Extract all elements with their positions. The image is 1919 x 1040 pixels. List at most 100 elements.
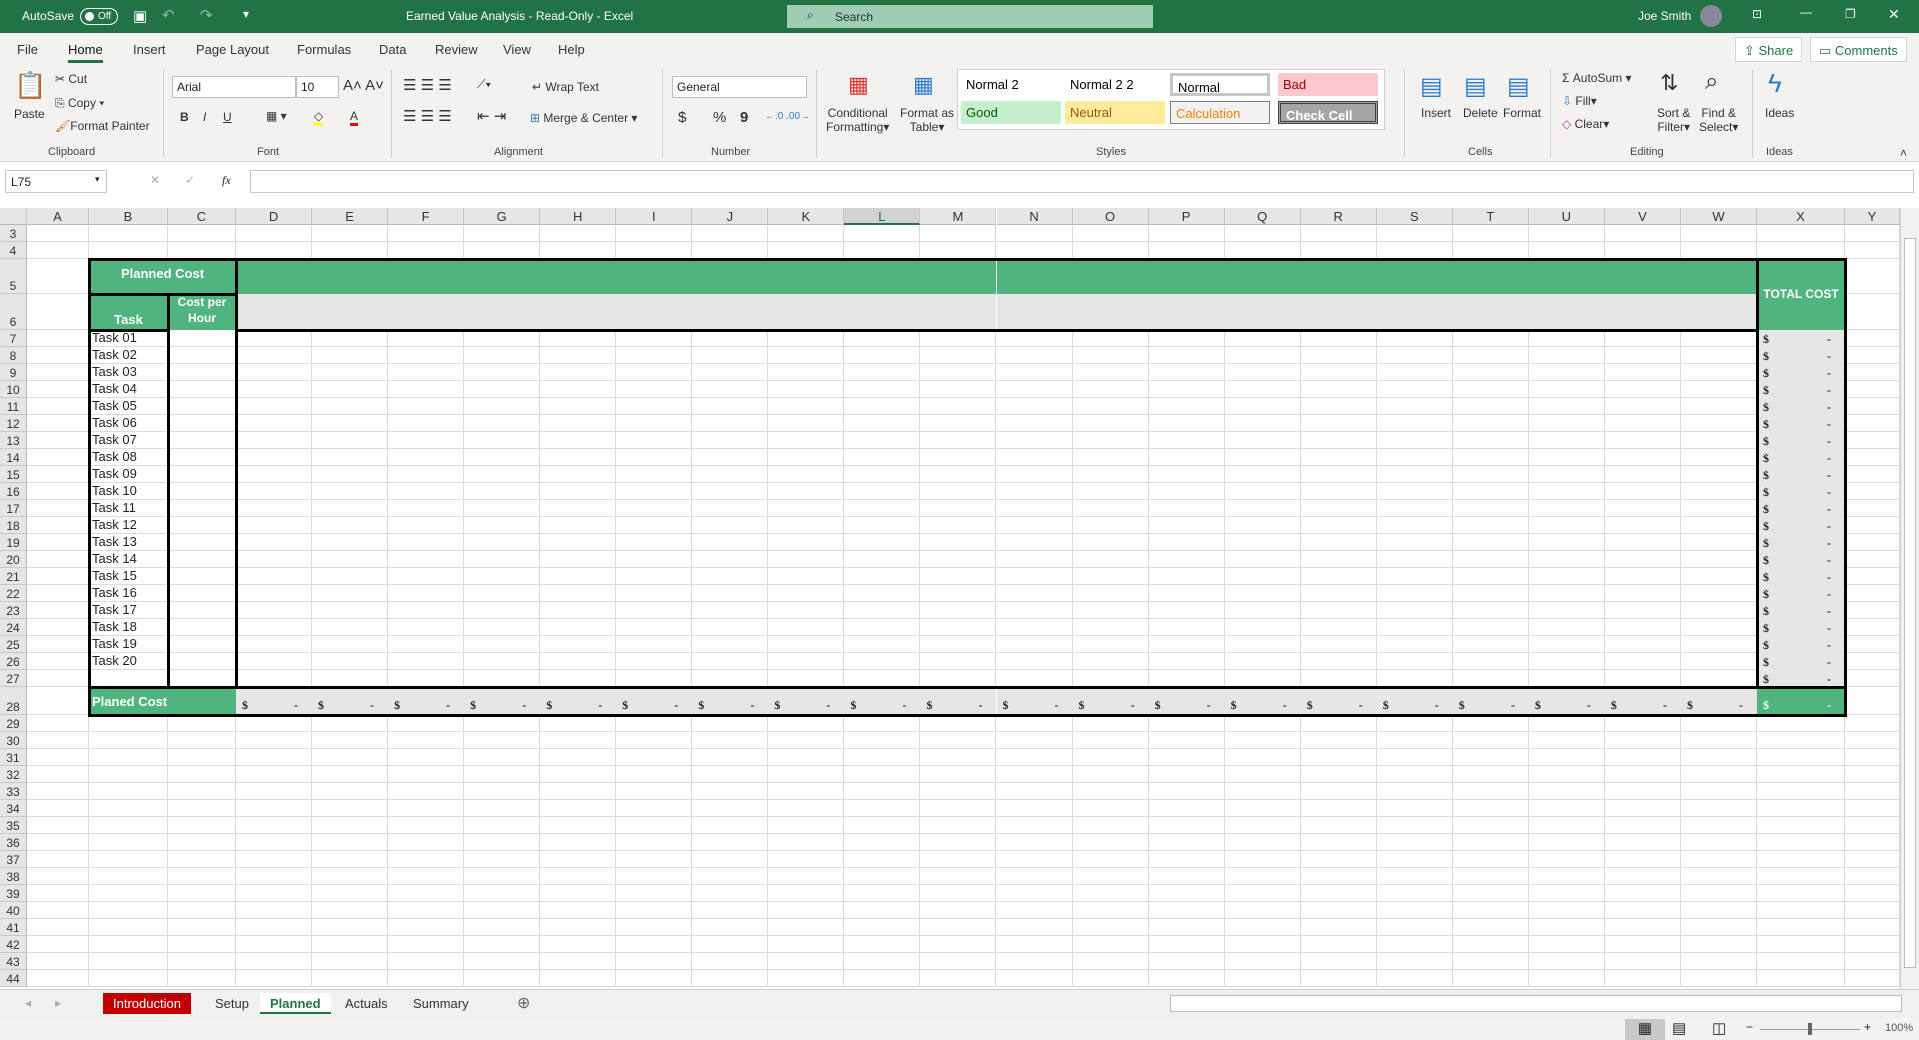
cell-B44[interactable] — [89, 970, 168, 987]
cell-I42[interactable] — [616, 936, 693, 953]
cell-A9[interactable] — [27, 364, 89, 381]
column-header-F[interactable]: F — [388, 208, 465, 225]
cell-N39[interactable] — [996, 885, 1073, 902]
row-header-13[interactable]: 13 — [0, 432, 27, 449]
paste-button[interactable]: Paste — [14, 107, 45, 121]
cell-G35[interactable] — [464, 817, 541, 834]
cell-X3[interactable] — [1757, 225, 1845, 242]
cell-F24[interactable] — [388, 619, 465, 636]
cell-W38[interactable] — [1680, 868, 1757, 885]
format-painter-button[interactable]: 🖌Format Painter — [55, 119, 150, 133]
cell-C20[interactable] — [168, 551, 236, 568]
cell-Y36[interactable] — [1845, 834, 1900, 851]
ideas-icon[interactable]: ϟ — [1768, 68, 1782, 99]
cell-R41[interactable] — [1300, 919, 1377, 936]
cell-O42[interactable] — [1072, 936, 1149, 953]
cell-F33[interactable] — [388, 783, 465, 800]
cell-Y24[interactable] — [1845, 619, 1900, 636]
cell-O6[interactable] — [1072, 294, 1149, 330]
cell-C25[interactable] — [168, 636, 236, 653]
cell-N27[interactable] — [996, 670, 1073, 687]
cell-J21[interactable] — [692, 568, 769, 585]
cell-O22[interactable] — [1072, 585, 1149, 602]
cell-A19[interactable] — [27, 534, 89, 551]
cell-T20[interactable] — [1452, 551, 1529, 568]
cell-C31[interactable] — [168, 749, 236, 766]
font-name-select[interactable]: Arial — [172, 76, 296, 98]
cell-E31[interactable] — [312, 749, 389, 766]
cell-C10[interactable] — [168, 381, 236, 398]
cell-S42[interactable] — [1376, 936, 1453, 953]
cell-A3[interactable] — [27, 225, 89, 242]
find-select-button[interactable]: Find & Select▾ — [1699, 106, 1738, 134]
cell-Y26[interactable] — [1845, 653, 1900, 670]
cell-W30[interactable] — [1680, 732, 1757, 749]
cell-M22[interactable] — [920, 585, 997, 602]
cell-A30[interactable] — [27, 732, 89, 749]
cell-I3[interactable] — [616, 225, 693, 242]
cell-C41[interactable] — [168, 919, 236, 936]
cell-D3[interactable] — [236, 225, 313, 242]
cell-S18[interactable] — [1376, 517, 1453, 534]
cell-E4[interactable] — [312, 242, 389, 259]
cell-A13[interactable] — [27, 432, 89, 449]
cell-V20[interactable] — [1604, 551, 1681, 568]
cell-W40[interactable] — [1680, 902, 1757, 919]
cell-T24[interactable] — [1452, 619, 1529, 636]
cell-I23[interactable] — [616, 602, 693, 619]
cell-R38[interactable] — [1300, 868, 1377, 885]
cell-H26[interactable] — [540, 653, 617, 670]
cell-V5[interactable] — [1604, 259, 1681, 294]
cell-U41[interactable] — [1528, 919, 1605, 936]
cell-Q18[interactable] — [1224, 517, 1301, 534]
column-header-A[interactable]: A — [27, 208, 89, 225]
cell-O7[interactable] — [1072, 330, 1149, 347]
autosum-button[interactable]: Σ AutoSum ▾ — [1562, 71, 1631, 85]
cell-H40[interactable] — [540, 902, 617, 919]
row-header-4[interactable]: 4 — [0, 242, 27, 259]
cell-I37[interactable] — [616, 851, 693, 868]
cell-I39[interactable] — [616, 885, 693, 902]
cell-U22[interactable] — [1528, 585, 1605, 602]
cell-K41[interactable] — [768, 919, 845, 936]
cell-T31[interactable] — [1452, 749, 1529, 766]
cell-A12[interactable] — [27, 415, 89, 432]
cell-P16[interactable] — [1148, 483, 1225, 500]
row-header-35[interactable]: 35 — [0, 817, 27, 834]
cell-S20[interactable] — [1376, 551, 1453, 568]
cell-U31[interactable] — [1528, 749, 1605, 766]
cell-W41[interactable] — [1680, 919, 1757, 936]
cell-G9[interactable] — [464, 364, 541, 381]
cell-L18[interactable] — [844, 517, 921, 534]
cell-L9[interactable] — [844, 364, 921, 381]
cell-K24[interactable] — [768, 619, 845, 636]
cell-P32[interactable] — [1148, 766, 1225, 783]
cell-U17[interactable] — [1528, 500, 1605, 517]
wrap-text-button[interactable]: ↵ Wrap Text — [532, 80, 599, 94]
cell-S44[interactable] — [1376, 970, 1453, 987]
cell-B3[interactable] — [89, 225, 168, 242]
cell-M19[interactable] — [920, 534, 997, 551]
cell-Y16[interactable] — [1845, 483, 1900, 500]
cell-U11[interactable] — [1528, 398, 1605, 415]
cell-A8[interactable] — [27, 347, 89, 364]
tab-file[interactable]: File — [17, 42, 38, 57]
cell-W32[interactable] — [1680, 766, 1757, 783]
cell-X43[interactable] — [1757, 953, 1845, 970]
cell-S10[interactable] — [1376, 381, 1453, 398]
cell-Q40[interactable] — [1224, 902, 1301, 919]
cell-A26[interactable] — [27, 653, 89, 670]
cell-L17[interactable] — [844, 500, 921, 517]
cell-D25[interactable] — [236, 636, 313, 653]
cell-Y38[interactable] — [1845, 868, 1900, 885]
column-header-L[interactable]: L — [844, 208, 921, 225]
cell-R5[interactable] — [1300, 259, 1377, 294]
row-header-18[interactable]: 18 — [0, 517, 27, 534]
cell-R36[interactable] — [1300, 834, 1377, 851]
cell-Q38[interactable] — [1224, 868, 1301, 885]
vertical-scrollbar[interactable] — [1900, 208, 1919, 989]
cell-C33[interactable] — [168, 783, 236, 800]
cell-L4[interactable] — [844, 242, 921, 259]
scroll-tabs-right-icon[interactable]: ▸ — [55, 996, 61, 1010]
column-header-W[interactable]: W — [1680, 208, 1757, 225]
